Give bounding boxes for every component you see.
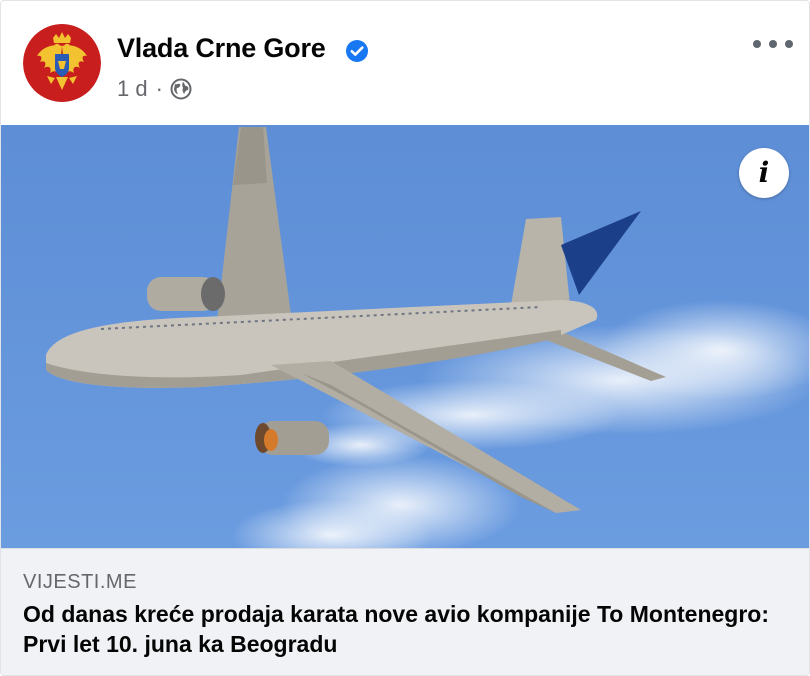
more-options-button[interactable]: [753, 29, 793, 59]
verified-badge-icon: [345, 39, 369, 63]
globe-icon[interactable]: [170, 78, 192, 100]
info-icon: i: [758, 156, 770, 189]
info-button[interactable]: i: [739, 148, 789, 198]
airplane-photo: [1, 125, 809, 548]
page-name-link[interactable]: Vlada Crne Gore: [117, 33, 326, 64]
link-preview[interactable]: VIJESTI.ME Od danas kreće prodaja karata…: [1, 548, 809, 675]
post-image-airplane[interactable]: [1, 125, 809, 548]
link-source: VIJESTI.ME: [23, 571, 137, 593]
more-dot: [769, 40, 777, 48]
link-headline[interactable]: Od danas kreće prodaja karata nove avio …: [23, 599, 783, 659]
post-timestamp[interactable]: 1 d: [117, 76, 148, 102]
more-dot: [753, 40, 761, 48]
meta-separator: ·: [155, 76, 163, 101]
facebook-post-card: Vlada Crne Gore 1 d · i VIJESTI.ME Od da…: [0, 0, 810, 676]
post-meta: 1 d ·: [117, 76, 192, 102]
page-avatar[interactable]: [23, 24, 101, 102]
more-dot: [785, 40, 793, 48]
montenegro-coat-of-arms-icon: [23, 24, 101, 102]
post-header: Vlada Crne Gore 1 d ·: [1, 1, 809, 125]
